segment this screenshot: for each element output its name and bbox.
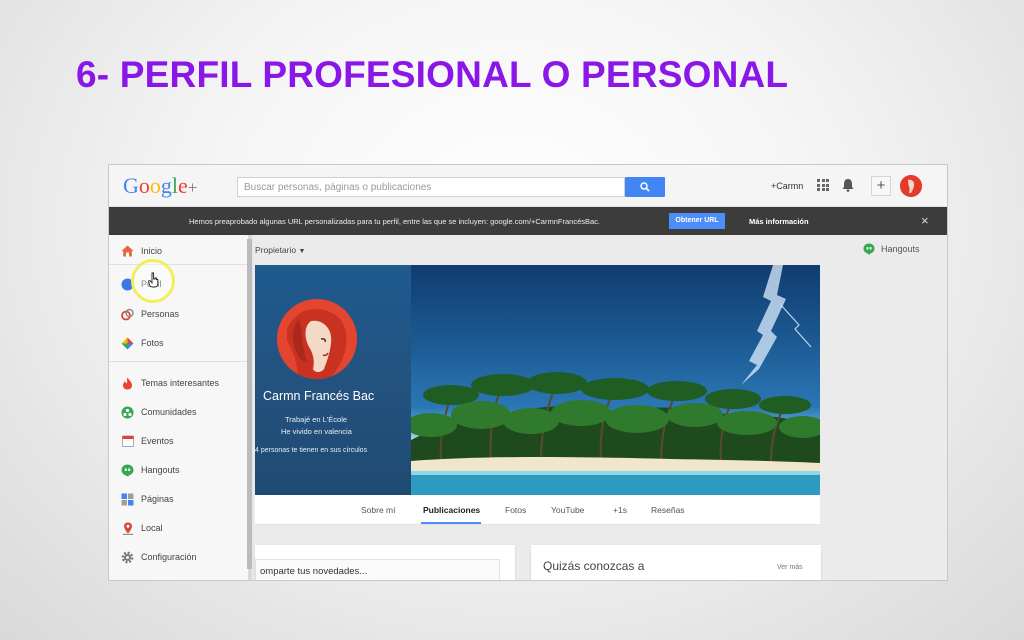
home-icon [121,245,134,258]
apps-grid-icon[interactable] [817,179,829,191]
suggestions-title: Quizás conozcas a [543,559,645,573]
sidebar-divider [109,361,247,362]
tab-resenas[interactable]: Reseñas [651,505,685,515]
hangouts-icon [121,464,134,477]
active-tab-indicator [421,522,481,524]
gplus-logo[interactable]: Google+ [123,173,197,199]
user-profile-link[interactable]: +Carmn [771,181,803,191]
see-more-link[interactable]: Ver más [777,564,803,571]
close-notice-icon[interactable]: × [921,213,929,228]
sidebar-item-temas[interactable]: Temas interesantes [121,374,219,392]
sidebar-item-personas[interactable]: Personas [121,305,179,323]
tab-fotos[interactable]: Fotos [505,505,526,515]
sidebar-item-label: Personas [141,309,180,319]
sidebar-item-configuracion[interactable]: Configuración [121,548,197,566]
share-updates-input[interactable]: omparte tus novedades... [255,559,500,580]
chevron-down-icon: ▼ [298,248,306,255]
tab-plus-ones[interactable]: +1s [613,505,627,515]
sidebar-item-inicio[interactable]: Inicio [121,242,162,260]
profile-name: Carmn Francés Bac [263,389,375,403]
share-plus-button[interactable]: + [871,176,891,196]
pages-icon [121,493,134,506]
hand-cursor-icon [148,272,159,288]
get-url-button[interactable]: Obtener URL [669,213,725,229]
photos-icon [121,337,134,350]
profile-info-panel: Carmn Francés Bac Trabajé en L'École He … [255,265,411,495]
sidebar-item-label: Fotos [141,338,164,348]
sidebar-item-fotos[interactable]: Fotos [121,334,164,352]
tab-youtube[interactable]: YouTube [551,505,584,515]
compose-card: omparte tus novedades... [255,545,515,580]
sidebar-item-comunidades[interactable]: Comunidades [121,403,197,421]
sidebar-item-label: Eventos [141,436,174,446]
profile-location: He vivido en valencia [281,427,352,436]
sidebar-item-label: Páginas [141,494,174,504]
sidebar-item-label: Temas interesantes [141,378,220,388]
sidebar-item-local[interactable]: Local [121,519,163,537]
search-input[interactable]: Buscar personas, páginas o publicaciones [237,177,625,197]
events-icon [121,435,134,448]
local-icon [121,522,134,535]
sidebar-item-label: Hangouts [141,465,180,475]
notifications-bell-icon[interactable] [842,178,854,197]
nav-sidebar: Inicio Perfil Personas Fotos [109,235,249,580]
slide-title: 6- PERFIL PROFESIONAL O PERSONAL [76,54,789,95]
sidebar-scrollbar[interactable] [247,239,252,569]
profile-work: Trabajé en L'École [285,415,348,424]
sidebar-item-label: Comunidades [141,407,197,417]
profile-avatar[interactable] [277,299,357,379]
sidebar-item-label: Configuración [141,552,197,562]
custom-url-notice-bar: Hemos preaprobado algunas URL personaliz… [109,207,947,235]
tab-sobre-mi[interactable]: Sobre mí [361,505,396,515]
settings-gear-icon [121,551,134,564]
profile-tabs: Sobre mí Publicaciones Fotos YouTube +1s… [255,495,820,525]
sidebar-item-label: Local [141,523,163,533]
click-highlight-ring [131,259,175,303]
hangouts-icon [863,243,875,255]
sidebar-item-hangouts[interactable]: Hangouts [121,461,180,479]
hangouts-label: Hangouts [881,244,920,254]
cover-photo-beach[interactable] [405,265,820,495]
people-suggestions-card: Quizás conozcas a Ver más [531,545,821,580]
user-avatar[interactable] [900,175,922,197]
owner-dropdown-label: Propietario [255,245,297,255]
sidebar-divider [109,264,247,265]
communities-icon [121,406,134,419]
main-area: Inicio Perfil Personas Fotos [109,235,947,580]
sidebar-item-label: Inicio [141,246,163,256]
tab-publicaciones[interactable]: Publicaciones [423,505,480,515]
people-icon [121,308,134,321]
notice-text: Hemos preaprobado algunas URL personaliz… [189,217,600,226]
hangouts-launcher[interactable]: Hangouts [863,243,920,255]
sidebar-item-paginas[interactable]: Páginas [121,490,174,508]
owner-view-dropdown[interactable]: Propietario ▼ [255,245,305,255]
trending-icon [121,377,134,390]
gplus-screenshot: Google+ Buscar personas, páginas o publi… [108,164,948,581]
profile-circles-count: 4 personas te tienen en sus círculos [255,447,368,454]
search-button[interactable] [625,177,665,197]
search-icon [640,182,650,192]
gplus-top-bar: Google+ Buscar personas, páginas o publi… [109,165,947,207]
profile-cover: Carmn Francés Bac Trabajé en L'École He … [255,265,820,495]
sidebar-item-eventos[interactable]: Eventos [121,432,174,450]
more-info-link[interactable]: Más información [749,217,809,226]
